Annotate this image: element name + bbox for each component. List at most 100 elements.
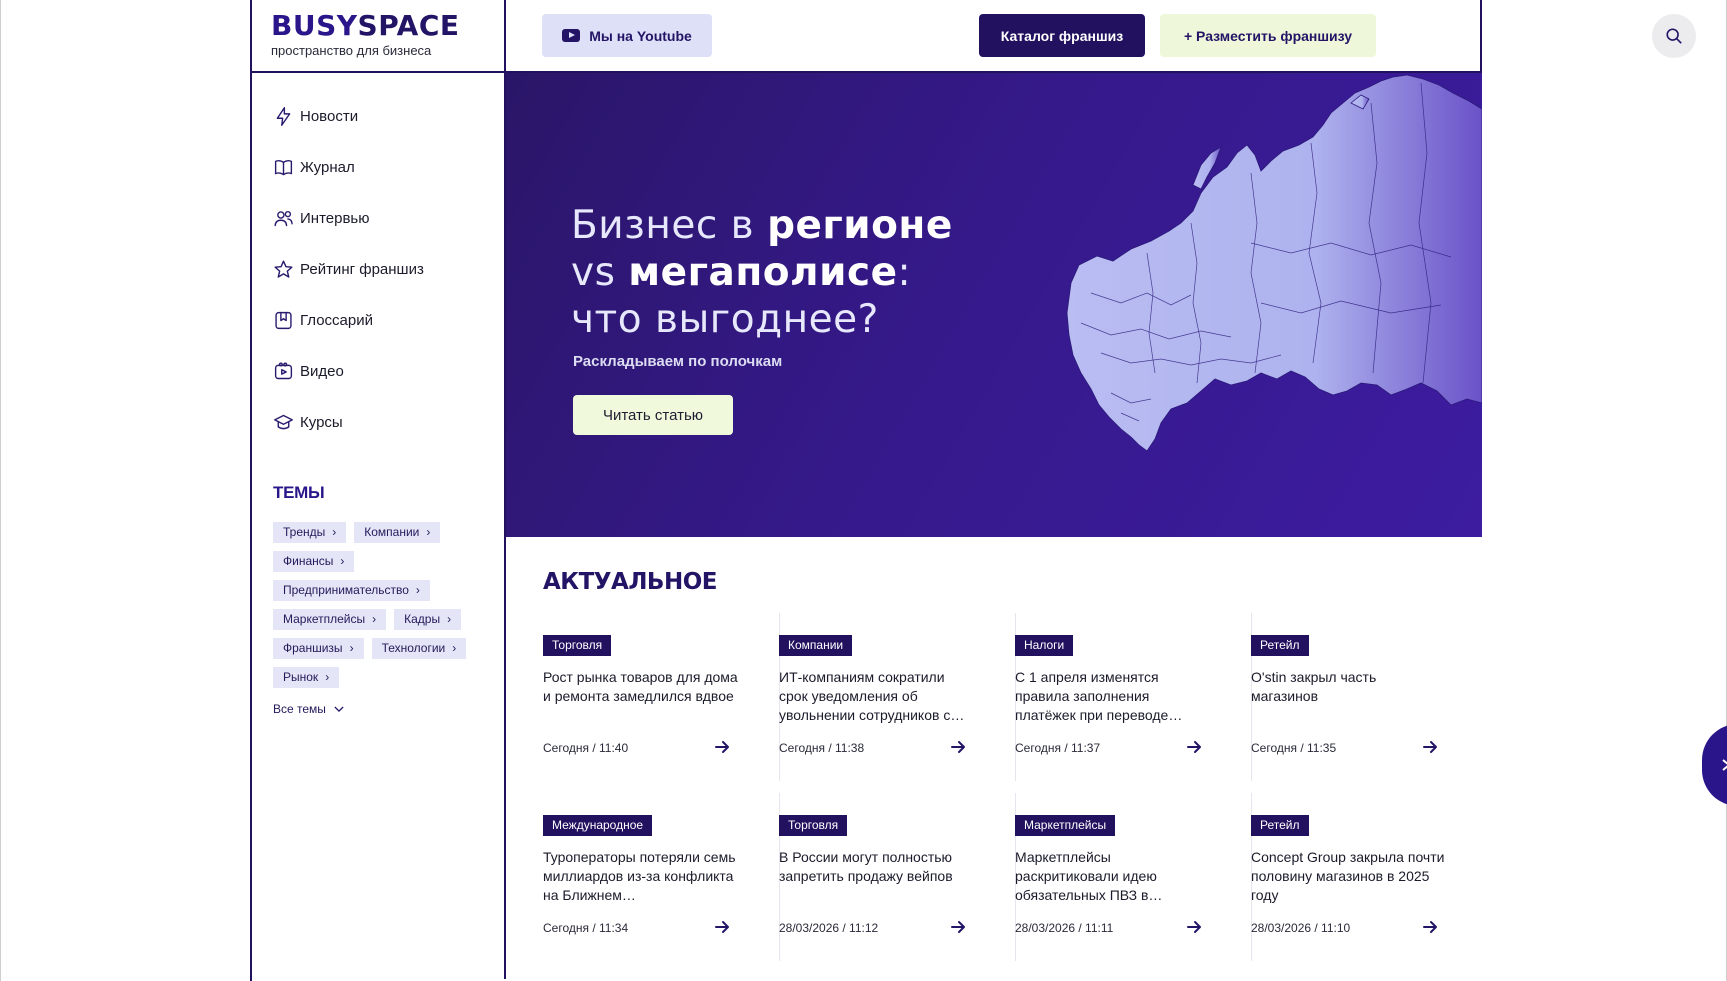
youtube-button-label: Мы на Youtube: [589, 27, 692, 44]
news-tag-badge[interactable]: Ретейл: [1251, 635, 1309, 656]
top-header: Мы на Youtube Каталог франшиз + Размести…: [506, 0, 1696, 73]
arrow-right-icon[interactable]: [714, 739, 730, 755]
hero-subtitle: Раскладываем по полочкам: [573, 353, 783, 370]
nav-item-glossary[interactable]: Глоссарий: [252, 295, 504, 346]
news-title[interactable]: Маркетплейсы раскритиковали идею обязате…: [1015, 848, 1210, 905]
news-tag-badge[interactable]: Торговля: [779, 815, 848, 836]
news-date: 28/03/2026 / 11:11: [1015, 921, 1114, 935]
news-card[interactable]: Компании ИТ-компаниям сократили срок уве…: [779, 613, 1016, 781]
news-title[interactable]: O'stin закрыл часть магазинов: [1251, 668, 1446, 706]
topic-tag-label: Рынок: [283, 670, 319, 684]
hero-title-bold: регионе: [767, 203, 953, 248]
news-title[interactable]: В России могут полностью запретить прода…: [779, 848, 974, 886]
news-title[interactable]: Concept Group закрыла почти половину маг…: [1251, 848, 1446, 905]
news-card[interactable]: Международное Туроператоры потеряли семь…: [543, 793, 780, 961]
site-frame: BUSYSPACE пространство для бизнеса Новос…: [250, 0, 1727, 981]
news-title[interactable]: ИТ-компаниям сократили срок уведомления …: [779, 668, 974, 725]
news-title[interactable]: Туроператоры потеряли семь миллиардов из…: [543, 848, 738, 905]
place-franchise-button[interactable]: + Разместить франшизу: [1160, 14, 1376, 57]
nav-item-rating[interactable]: Рейтинг франшиз: [252, 244, 504, 295]
topic-tag-label: Тренды: [283, 525, 326, 539]
video-icon: [272, 361, 294, 383]
news-date: Сегодня / 11:34: [543, 921, 629, 935]
news-tag-badge[interactable]: Маркетплейсы: [1015, 815, 1116, 836]
topic-tag[interactable]: Кадры ›: [394, 609, 462, 630]
news-card[interactable]: Ретейл O'stin закрыл часть магазинов Сег…: [1251, 613, 1487, 781]
topic-tag[interactable]: Технологии ›: [371, 638, 467, 659]
read-article-button[interactable]: Читать статью: [573, 395, 733, 435]
news-card[interactable]: Ретейл Concept Group закрыла почти полов…: [1251, 793, 1487, 961]
star-icon: [272, 259, 294, 281]
bookmark-icon: [272, 310, 294, 332]
nav-item-label: Видео: [300, 363, 344, 380]
hero-banner[interactable]: Бизнес в регионе vs мегаполисе: что выго…: [506, 73, 1482, 537]
hero-title-part: vs: [571, 250, 629, 295]
news-card[interactable]: Торговля В России могут полностью запрет…: [779, 793, 1016, 961]
catalog-button[interactable]: Каталог франшиз: [979, 14, 1145, 57]
arrow-right-icon[interactable]: [1186, 919, 1202, 935]
news-card[interactable]: Налоги С 1 апреля изменятся правила запо…: [1015, 613, 1252, 781]
youtube-button[interactable]: Мы на Youtube: [542, 14, 712, 57]
search-icon: [1666, 28, 1682, 44]
lightning-icon: [272, 106, 294, 128]
news-date: Сегодня / 11:40: [543, 741, 629, 755]
topic-tag[interactable]: Рынок ›: [273, 667, 340, 688]
topic-tag[interactable]: Компании ›: [354, 522, 441, 543]
topic-tag-label: Маркетплейсы: [283, 612, 366, 626]
book-icon: [272, 157, 294, 179]
news-title[interactable]: Рост рынка товаров для дома и ремонта за…: [543, 668, 738, 706]
topic-tag[interactable]: Финансы ›: [273, 551, 355, 572]
topic-tag-label: Кадры: [404, 612, 441, 626]
logo-tagline: пространство для бизнеса: [271, 43, 432, 58]
news-card[interactable]: Торговля Рост рынка товаров для дома и р…: [543, 613, 780, 781]
logo-area[interactable]: BUSYSPACE пространство для бизнеса: [252, 0, 504, 73]
topic-tag[interactable]: Маркетплейсы ›: [273, 609, 387, 630]
arrow-right-icon[interactable]: [714, 919, 730, 935]
arrow-right-icon[interactable]: [1422, 739, 1438, 755]
nav-item-news[interactable]: Новости: [252, 91, 504, 142]
topics-title: ТЕМЫ: [273, 483, 325, 502]
catalog-button-label: Каталог франшиз: [1000, 27, 1124, 44]
topic-tag-label: Технологии: [381, 641, 446, 655]
arrow-right-icon[interactable]: [1186, 739, 1202, 755]
topic-tag[interactable]: Франшизы ›: [273, 638, 364, 659]
topic-tag-label: Франшизы: [283, 641, 343, 655]
news-tag-badge[interactable]: Международное: [543, 815, 653, 836]
nav-item-video[interactable]: Видео: [252, 346, 504, 397]
nav-item-journal[interactable]: Журнал: [252, 142, 504, 193]
youtube-icon: [562, 29, 581, 42]
arrow-right-icon[interactable]: [1422, 919, 1438, 935]
place-franchise-label: + Разместить франшизу: [1183, 27, 1353, 44]
topic-tag-label: Финансы: [283, 554, 334, 568]
chevron-down-icon: [334, 706, 344, 713]
actual-section: АКТУАЛЬНОЕ Торговля Рост рынка товаров д…: [506, 537, 1727, 981]
news-tag-badge[interactable]: Компании: [779, 635, 853, 656]
news-title[interactable]: С 1 апреля изменятся правила заполнения …: [1015, 668, 1210, 725]
nav-item-courses[interactable]: Курсы: [252, 397, 504, 448]
carousel-next-button[interactable]: [1702, 724, 1727, 806]
hero-title: Бизнес в регионе vs мегаполисе: что выго…: [571, 202, 1071, 343]
news-date: Сегодня / 11:37: [1015, 741, 1101, 755]
nav-item-label: Новости: [300, 108, 359, 125]
hero-title-part: что выгоднее?: [571, 297, 879, 342]
arrow-right-icon[interactable]: [950, 919, 966, 935]
nav-item-label: Глоссарий: [300, 312, 373, 329]
all-topics-label: Все темы: [273, 702, 326, 716]
topic-tag[interactable]: Предпринимательство ›: [273, 580, 430, 601]
news-tag-badge[interactable]: Ретейл: [1251, 815, 1309, 836]
all-topics-toggle[interactable]: Все темы: [273, 702, 504, 716]
news-date: 28/03/2026 / 11:10: [1251, 921, 1351, 935]
topic-tag[interactable]: Тренды ›: [273, 522, 347, 543]
page: BUSYSPACE пространство для бизнеса Новос…: [0, 0, 1727, 981]
news-tag-badge[interactable]: Налоги: [1015, 635, 1074, 656]
logo-part-space: SPACE: [357, 9, 460, 42]
chevron-right-icon: ›: [332, 525, 337, 539]
nav-item-interview[interactable]: Интервью: [252, 193, 504, 244]
news-tag-badge[interactable]: Торговля: [543, 635, 612, 656]
logo[interactable]: BUSYSPACE: [271, 12, 504, 40]
search-button[interactable]: [1652, 14, 1696, 58]
arrow-right-icon[interactable]: [950, 739, 966, 755]
people-icon: [272, 208, 294, 230]
topic-tag-label: Компании: [364, 525, 420, 539]
news-card[interactable]: Маркетплейсы Маркетплейсы раскритиковали…: [1015, 793, 1252, 961]
